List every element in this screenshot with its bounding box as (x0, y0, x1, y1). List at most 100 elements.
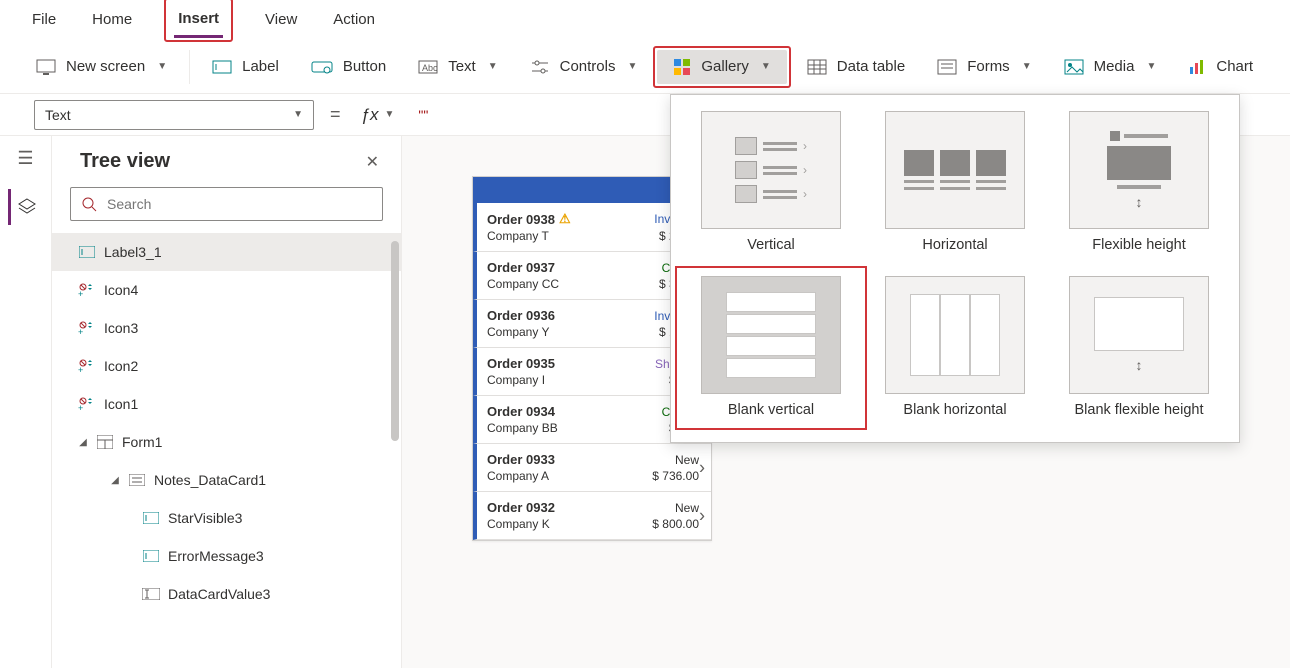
svg-text:+: + (78, 289, 83, 297)
form-icon (96, 435, 114, 449)
ribbon-button[interactable]: Button (295, 50, 402, 83)
order-status: New (675, 501, 699, 515)
menu-file[interactable]: File (28, 3, 60, 36)
gallery-option-blank-flexible[interactable]: ↕ Blank flexible height (1047, 270, 1231, 425)
order-id: Order 0938 ⚠ (487, 211, 571, 227)
gallery-option-label: Blank flexible height (1075, 402, 1204, 419)
order-id: Order 0936 (487, 308, 555, 323)
search-input[interactable] (105, 195, 372, 213)
chevron-down-icon: ▼ (761, 61, 771, 72)
menu-insert[interactable]: Insert (174, 2, 223, 38)
order-amount: $ 736.00 (652, 469, 699, 483)
scrollbar[interactable] (391, 241, 399, 441)
ribbon-gallery-highlight: Gallery ▼ (653, 46, 790, 88)
gallery-option-horizontal[interactable]: Horizontal (863, 105, 1047, 260)
caret-icon[interactable]: ◢ (110, 475, 120, 486)
gallery-option-label: Flexible height (1092, 237, 1186, 254)
ribbon-label[interactable]: Label (196, 50, 295, 83)
order-status: New (675, 453, 699, 467)
ribbon-controls-label: Controls (560, 58, 616, 75)
order-id: Order 0933 (487, 452, 555, 467)
chevron-down-icon: ▼ (627, 61, 637, 72)
thumb-blank-vertical (701, 276, 841, 394)
order-amount: $ 800.00 (652, 517, 699, 531)
gallery-option-label: Blank horizontal (903, 402, 1006, 419)
tree-item-icon2[interactable]: + Icon2 (52, 347, 401, 385)
icon-group-icon: + (78, 321, 96, 335)
datacard-icon (128, 474, 146, 486)
tree-item-label: Icon4 (104, 282, 138, 298)
tree-item-label3-1[interactable]: Label3_1 (52, 233, 401, 271)
menu-action[interactable]: Action (329, 3, 379, 36)
tree-item-form1[interactable]: ◢ Form1 (52, 423, 401, 461)
tree-item-label: Label3_1 (104, 244, 162, 260)
formula-value[interactable]: "" (408, 107, 428, 123)
search-icon (81, 196, 97, 212)
tree-search[interactable] (70, 187, 383, 221)
order-id: Order 0937 (487, 260, 555, 275)
order-row[interactable]: Order 0932NewCompany K$ 800.00› (473, 492, 711, 540)
order-company: Company BB (487, 421, 558, 435)
tree-item-label: StarVisible3 (168, 510, 242, 526)
menu-view[interactable]: View (261, 3, 301, 36)
fx-button[interactable]: ƒx▼ (357, 105, 399, 125)
icon-group-icon: + (78, 283, 96, 297)
button-icon (311, 59, 333, 75)
tree-item-starvisible3[interactable]: StarVisible3 (52, 499, 401, 537)
gallery-option-label: Blank vertical (728, 402, 814, 419)
gallery-option-flexible[interactable]: ↕ Flexible height (1047, 105, 1231, 260)
ribbon-media[interactable]: Media ▼ (1048, 50, 1173, 83)
tree-item-icon1[interactable]: + Icon1 (52, 385, 401, 423)
hamburger-icon[interactable]: ☰ (17, 148, 33, 169)
tree-item-label: Icon2 (104, 358, 138, 374)
chevron-down-icon: ▼ (488, 61, 498, 72)
tree-panel: Tree view ✕ Label3_1 + Icon4 + Icon3 (52, 136, 402, 668)
chevron-right-icon[interactable]: › (699, 457, 705, 478)
label-icon (142, 512, 160, 524)
order-row[interactable]: Order 0933NewCompany A$ 736.00› (473, 444, 711, 492)
close-icon[interactable]: ✕ (366, 152, 379, 172)
tree-item-icon4[interactable]: + Icon4 (52, 271, 401, 309)
controls-icon (530, 59, 550, 75)
thumb-vertical: › › › (701, 111, 841, 229)
tree-header: Tree view ✕ (52, 136, 401, 187)
ribbon-forms[interactable]: Forms ▼ (921, 50, 1047, 83)
tree-item-notes-datacard1[interactable]: ◢ Notes_DataCard1 (52, 461, 401, 499)
menu-bar: File Home Insert View Action (0, 0, 1290, 40)
gallery-option-blank-vertical[interactable]: Blank vertical (679, 270, 863, 425)
gallery-icon (673, 58, 691, 76)
tree-item-datacardvalue3[interactable]: DataCardValue3 (52, 575, 401, 613)
thumb-horizontal (885, 111, 1025, 229)
svg-text:+: + (78, 327, 83, 335)
ribbon-gallery[interactable]: Gallery ▼ (657, 50, 786, 84)
left-rail: ☰ (0, 136, 52, 668)
ribbon-text[interactable]: Abc Text ▼ (402, 50, 513, 83)
ribbon-controls[interactable]: Controls ▼ (514, 50, 654, 83)
chevron-right-icon[interactable]: › (699, 505, 705, 526)
tree-view-tab[interactable] (8, 189, 44, 225)
order-company: Company Y (487, 325, 549, 339)
caret-icon[interactable]: ◢ (78, 437, 88, 448)
icon-group-icon: + (78, 359, 96, 373)
menu-home[interactable]: Home (88, 3, 136, 36)
gallery-option-blank-horizontal[interactable]: Blank horizontal (863, 270, 1047, 425)
gallery-option-vertical[interactable]: › › › Vertical (679, 105, 863, 260)
label-icon (142, 550, 160, 562)
tree-item-errormessage3[interactable]: ErrorMessage3 (52, 537, 401, 575)
form-icon (937, 59, 957, 75)
svg-text:+: + (78, 365, 83, 373)
thumb-blank-flexible: ↕ (1069, 276, 1209, 394)
tree-item-icon3[interactable]: + Icon3 (52, 309, 401, 347)
text-icon: Abc (418, 59, 438, 75)
order-company: Company K (487, 517, 550, 531)
order-company: Company I (487, 373, 545, 387)
ribbon-chart[interactable]: Chart (1172, 50, 1269, 83)
tree-item-label: Notes_DataCard1 (154, 472, 266, 488)
property-dropdown[interactable]: Text ▼ (34, 100, 314, 130)
ribbon-datatable[interactable]: Data table (791, 50, 921, 83)
svg-text:+: + (78, 403, 83, 411)
tree-title: Tree view (80, 150, 170, 173)
tree-item-label: Icon1 (104, 396, 138, 412)
thumb-flexible: ↕ (1069, 111, 1209, 229)
ribbon-new-screen[interactable]: New screen ▼ (20, 50, 183, 83)
